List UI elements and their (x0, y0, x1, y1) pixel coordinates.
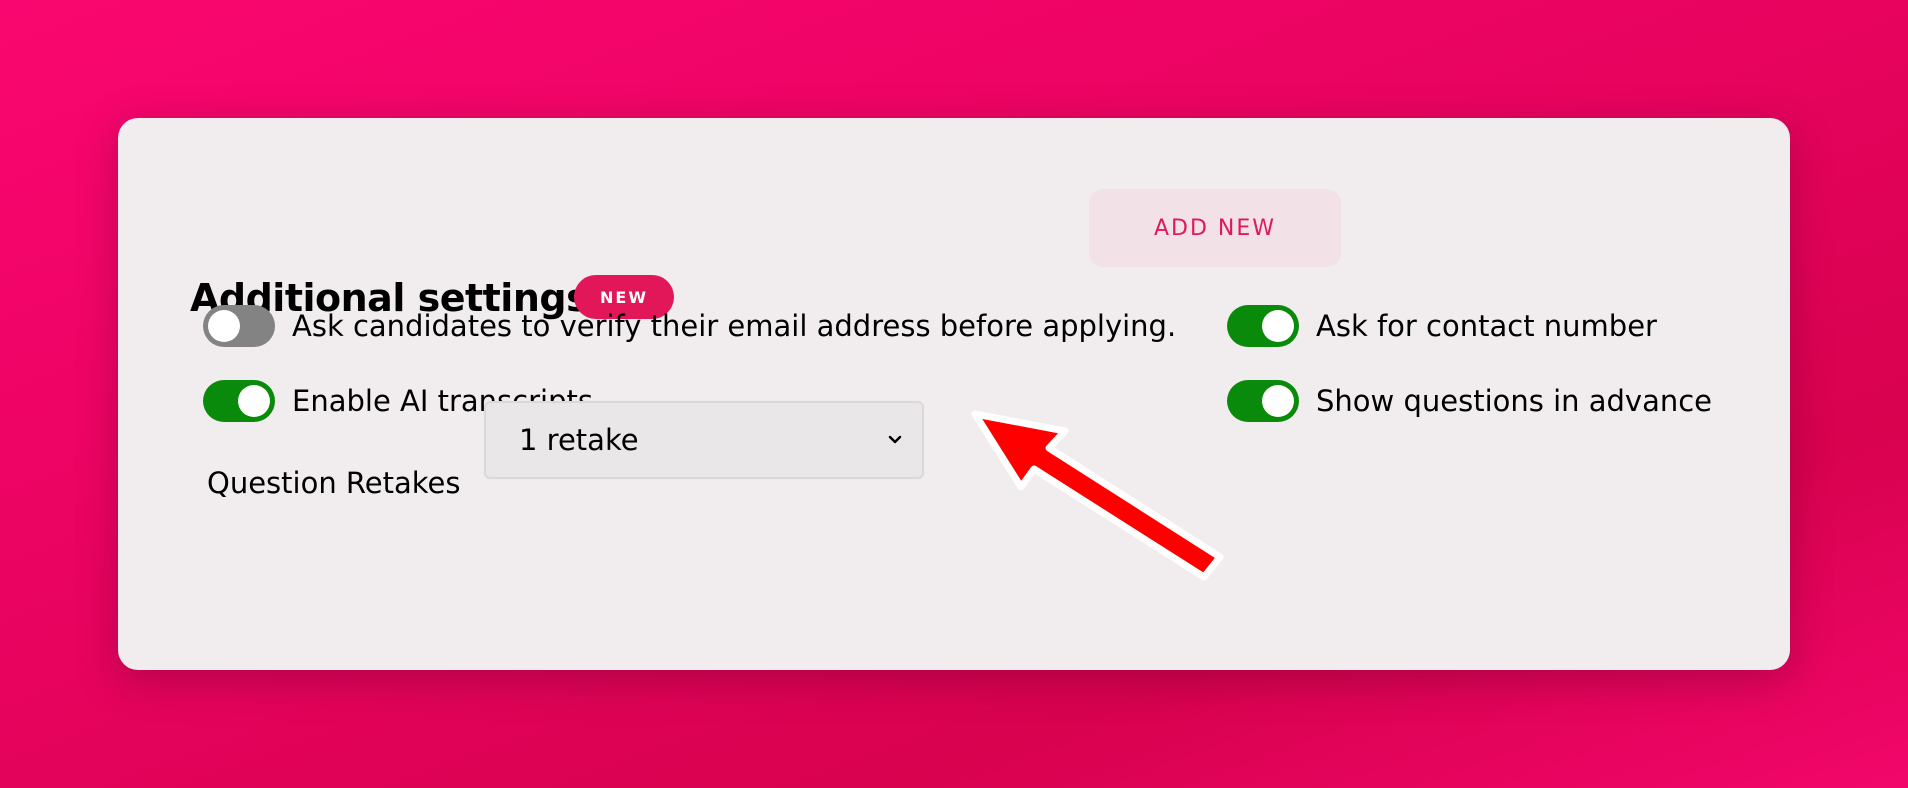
contact-number-setting[interactable]: Ask for contact number (1227, 304, 1657, 348)
toggle-knob (208, 310, 240, 342)
ai-transcripts-toggle[interactable] (203, 380, 275, 422)
contact-number-toggle[interactable] (1227, 305, 1299, 347)
questions-advance-setting[interactable]: Show questions in advance (1227, 379, 1712, 423)
question-retakes-label: Question Retakes (207, 466, 461, 500)
toggle-knob (1262, 385, 1294, 417)
additional-settings-card: ADD NEW Additional settings NEW Ask cand… (118, 118, 1790, 670)
verify-email-label: Ask candidates to verify their email add… (292, 309, 1177, 343)
contact-number-label: Ask for contact number (1316, 309, 1657, 343)
verify-email-toggle[interactable] (203, 305, 275, 347)
toggle-knob (1262, 310, 1294, 342)
question-retakes-select[interactable]: 1 retake (484, 401, 924, 479)
add-new-button[interactable]: ADD NEW (1089, 189, 1341, 267)
verify-email-setting[interactable]: Ask candidates to verify their email add… (203, 304, 1176, 348)
questions-advance-label: Show questions in advance (1316, 384, 1713, 418)
toggle-knob (238, 385, 270, 417)
chevron-down-icon (888, 435, 902, 444)
question-retakes-value: 1 retake (519, 423, 639, 457)
annotation-arrow-icon (971, 410, 1224, 581)
